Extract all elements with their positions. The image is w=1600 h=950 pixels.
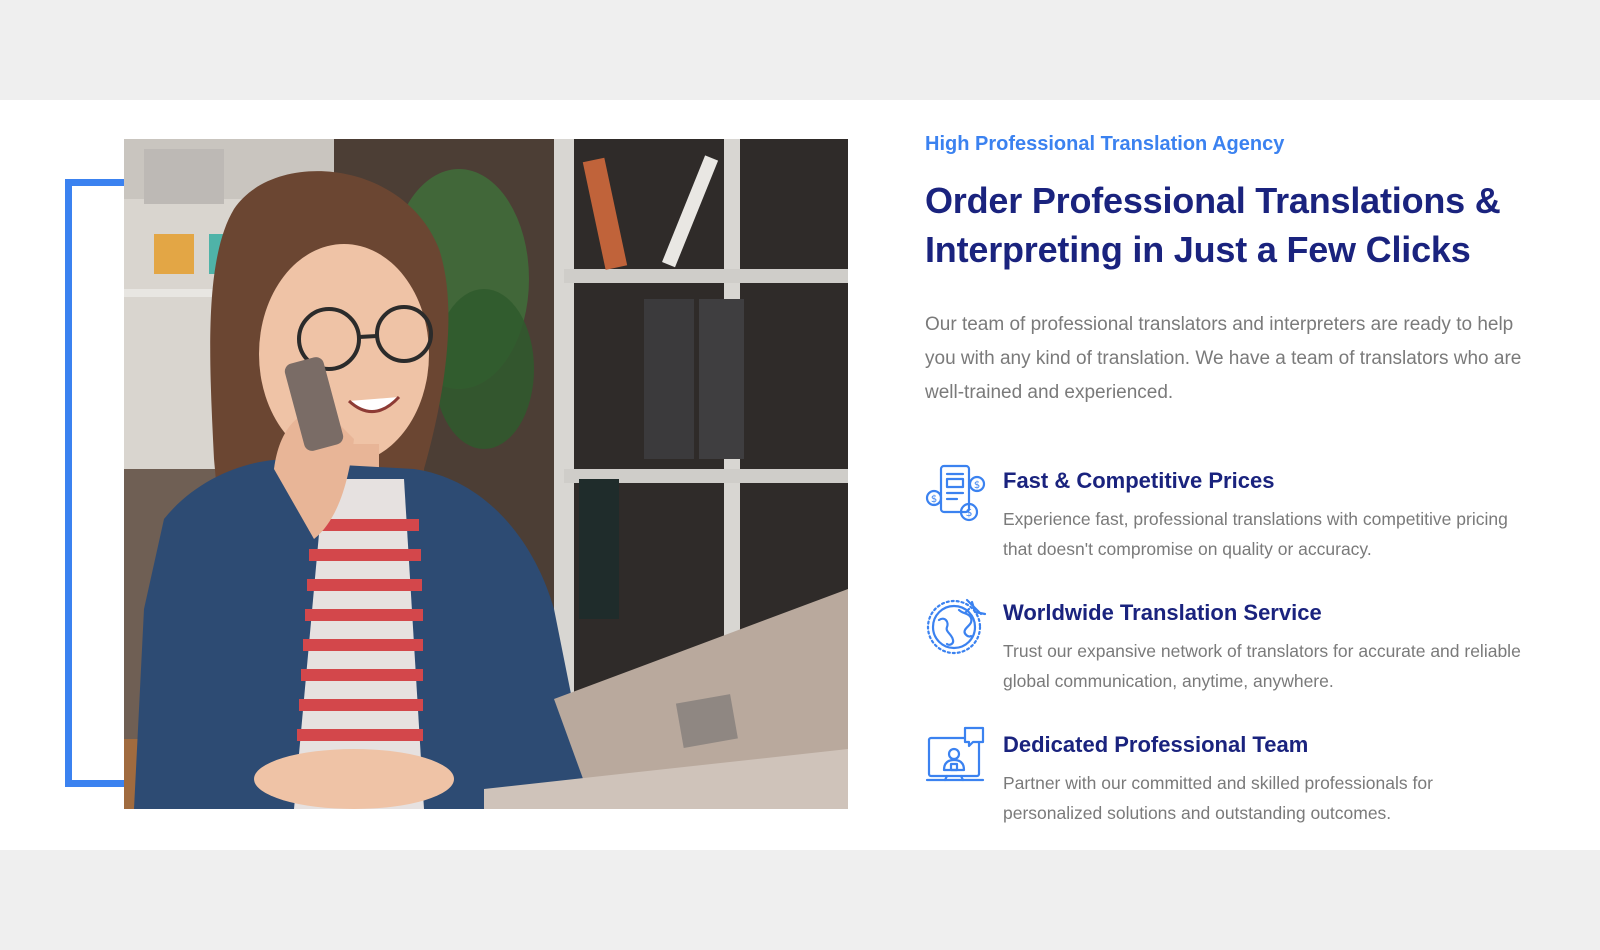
globe-plane-icon (925, 594, 987, 656)
svg-text:$: $ (966, 506, 973, 519)
feature-item: Worldwide Translation Service Trust our … (925, 592, 1545, 702)
team-monitor-icon (925, 726, 987, 788)
svg-text:$: $ (974, 480, 980, 491)
feature-description: Experience fast, professional translatio… (1003, 509, 1508, 559)
feature-description: Partner with our committed and skilled p… (1003, 773, 1433, 823)
feature-item: Dedicated Professional Team Partner with… (925, 724, 1545, 834)
feature-title: Worldwide Translation Service (1003, 600, 1322, 625)
price-tag-icon: $ $ $ (925, 462, 987, 524)
hero-photo (124, 139, 848, 809)
section-headline: Order Professional Translations & Interp… (925, 180, 1501, 270)
section-intro: Our team of professional translators and… (925, 314, 1522, 403)
feature-description: Trust our expansive network of translato… (1003, 641, 1521, 691)
feature-title: Fast & Competitive Prices (1003, 468, 1275, 493)
feature-item: $ $ $ Fast & Competitive Prices Experien… (925, 460, 1545, 570)
feature-title: Dedicated Professional Team (1003, 732, 1309, 757)
section-eyebrow: High Professional Translation Agency (925, 133, 1285, 155)
content-column: High Professional Translation Agency Ord… (925, 130, 1545, 410)
svg-text:$: $ (931, 494, 937, 505)
